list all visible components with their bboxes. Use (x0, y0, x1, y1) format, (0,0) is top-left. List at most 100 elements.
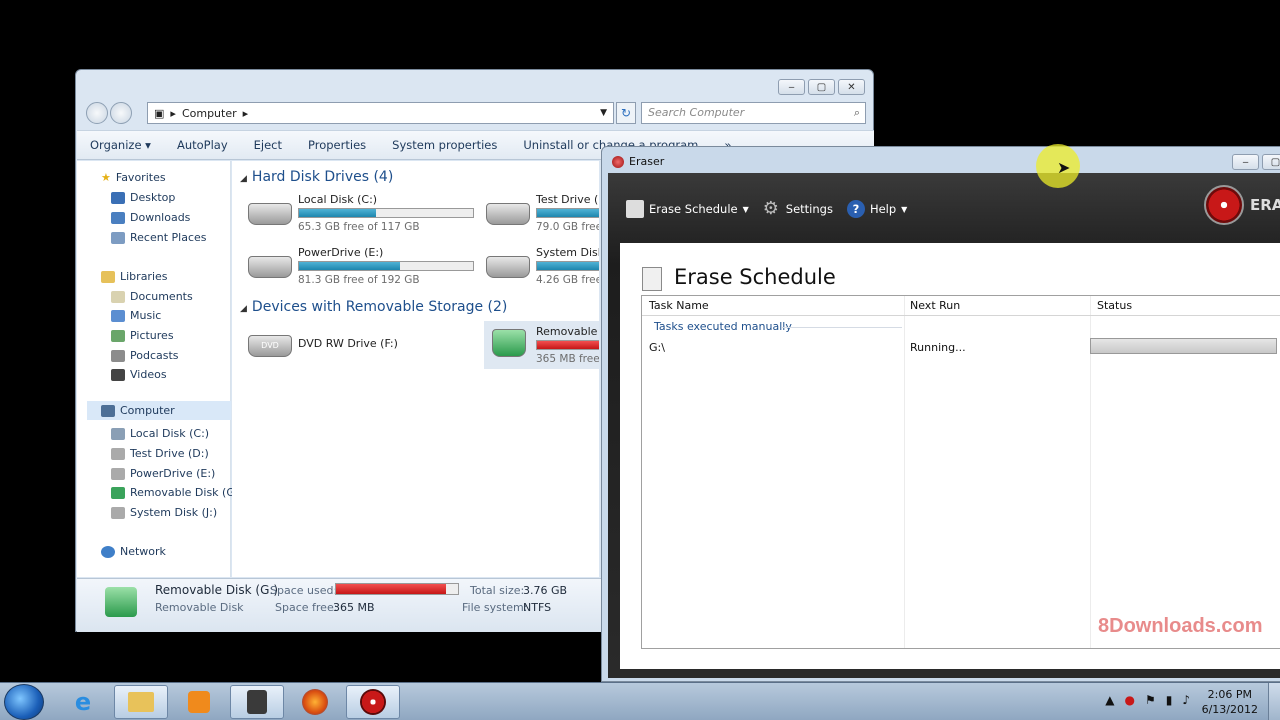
volume-icon[interactable]: ♪ (1182, 693, 1190, 707)
drive-removable-g[interactable]: Removable D 365 MB free (484, 321, 599, 369)
schedule-icon (642, 267, 662, 291)
computer-icon (101, 404, 115, 417)
task-list[interactable]: Task Name Next Run Status Tasks executed… (641, 295, 1280, 649)
drive-system-disk[interactable]: System Disk 4.26 GB free (486, 246, 599, 290)
task-list-header: Task Name Next Run Status (642, 296, 1280, 316)
nav-recent-places[interactable]: Recent Places (111, 231, 207, 244)
organize-button[interactable]: Organize ▾ (77, 138, 164, 152)
hard-disk-group-header[interactable]: ◢ Hard Disk Drives (4) (240, 169, 393, 185)
maximize-button[interactable]: ▢ (1262, 154, 1280, 170)
nav-downloads[interactable]: Downloads (111, 211, 190, 224)
settings-button[interactable]: ⚙ Settings (763, 200, 833, 218)
refresh-button[interactable]: ↻ (616, 102, 636, 124)
minimize-button[interactable]: ‒ (1232, 154, 1259, 170)
collapse-icon[interactable]: ◢ (240, 174, 247, 184)
column-task-name[interactable]: Task Name (649, 299, 709, 312)
downloads-icon (111, 211, 125, 224)
internet-explorer-icon[interactable]: e (56, 685, 110, 719)
clock[interactable]: 2:06 PM 6/13/2012 (1202, 687, 1258, 717)
autoplay-button[interactable]: AutoPlay (164, 138, 241, 152)
drive-dvd-rw-f[interactable]: DVD DVD RW Drive (F:) (248, 325, 478, 369)
chevron-down-icon[interactable]: ▼ (743, 205, 749, 214)
start-button[interactable] (4, 684, 44, 720)
recent-places-icon (111, 231, 125, 244)
drive-icon (111, 427, 125, 440)
back-button[interactable] (86, 102, 108, 124)
task-name-cell[interactable]: G:\ (649, 341, 665, 354)
column-status[interactable]: Status (1097, 299, 1132, 312)
documents-icon (111, 290, 125, 303)
breadcrumb-computer[interactable]: Computer (182, 107, 237, 120)
space-used-bar (335, 583, 459, 595)
drive-usage-bar (536, 261, 599, 271)
drive-icon (111, 467, 125, 480)
nav-system-disk-j[interactable]: System Disk (J:) (111, 506, 217, 519)
system-properties-button[interactable]: System properties (379, 138, 510, 152)
removable-group-header[interactable]: ◢ Devices with Removable Storage (2) (240, 299, 507, 315)
nav-network[interactable]: Network (101, 545, 166, 558)
breadcrumb-separator: ▸ (170, 106, 176, 120)
libraries-icon (101, 270, 115, 283)
chevron-down-icon[interactable]: ▼ (600, 108, 607, 118)
nav-pictures[interactable]: Pictures (111, 329, 174, 342)
search-input[interactable]: Search Computer ⌕ (641, 102, 866, 124)
close-button[interactable]: ✕ (838, 79, 865, 95)
maximize-button[interactable]: ▢ (808, 79, 835, 95)
minimize-button[interactable]: ‒ (778, 79, 805, 95)
music-icon (111, 309, 125, 322)
media-player-icon[interactable] (172, 685, 226, 719)
schedule-icon (626, 200, 644, 218)
explorer-window-controls: ‒ ▢ ✕ (778, 79, 865, 95)
chevron-down-icon[interactable]: ▼ (901, 205, 907, 214)
nav-desktop[interactable]: Desktop (111, 191, 175, 204)
drive-test-drive-d[interactable]: Test Drive (D:) 79.0 GB free of (486, 193, 599, 237)
address-row: ▣ ▸ Computer ▸ ▼ ↻ Search Computer ⌕ (84, 100, 866, 126)
nav-favorites[interactable]: ★ Favorites (101, 171, 166, 184)
gear-icon: ⚙ (762, 198, 779, 219)
drive-usage-bar (298, 261, 474, 271)
breadcrumb-separator: ▸ (242, 106, 249, 120)
eraser-taskbar-icon[interactable] (346, 685, 400, 719)
erase-schedule-button[interactable]: Erase Schedule ▼ (626, 200, 749, 218)
nav-powerdrive-e[interactable]: PowerDrive (E:) (111, 467, 215, 480)
search-icon[interactable]: ⌕ (854, 103, 860, 123)
flag-icon[interactable]: ⚑ (1145, 693, 1156, 707)
drive-usage-bar (536, 208, 599, 218)
address-bar[interactable]: ▣ ▸ Computer ▸ ▼ (147, 102, 614, 124)
collapse-icon[interactable]: ◢ (240, 304, 247, 314)
nav-documents[interactable]: Documents (111, 290, 193, 303)
camera-app-icon[interactable] (230, 685, 284, 719)
tray-expand-icon[interactable]: ▲ (1105, 693, 1114, 707)
content-pane: ◢ Hard Disk Drives (4) Local Disk (C:) 65… (232, 161, 599, 577)
nav-removable-disk-g[interactable]: Removable Disk (G:) (111, 486, 243, 499)
drive-icon (111, 447, 125, 460)
nav-libraries[interactable]: Libraries (101, 270, 168, 283)
help-button[interactable]: ? Help ▼ (846, 200, 907, 218)
nav-music[interactable]: Music (111, 309, 161, 322)
forward-button[interactable] (110, 102, 132, 124)
nav-local-disk-c[interactable]: Local Disk (C:) (111, 427, 209, 440)
properties-button[interactable]: Properties (295, 138, 379, 152)
drive-usage-bar (298, 208, 474, 218)
eraser-app-icon (612, 155, 624, 168)
network-icon (101, 545, 115, 558)
star-icon: ★ (101, 171, 111, 184)
task-progress-bar (1090, 338, 1277, 354)
computer-icon: ▣ (154, 106, 165, 120)
nav-podcasts[interactable]: Podcasts (111, 349, 179, 362)
removable-disk-icon (105, 587, 137, 617)
taskbar: e ▲ ● ⚑ ▮ ♪ 2:06 PM 6/13/2012 (0, 682, 1280, 720)
nav-videos[interactable]: Videos (111, 368, 167, 381)
firefox-icon[interactable] (288, 685, 342, 719)
windows-explorer-icon[interactable] (114, 685, 168, 719)
nav-computer[interactable]: Computer (87, 401, 231, 420)
drive-local-disk-c[interactable]: Local Disk (C:) 65.3 GB free of 117 GB (248, 193, 478, 237)
page-title: Erase Schedule (674, 265, 836, 289)
show-desktop-button[interactable] (1268, 683, 1280, 720)
nav-test-drive-d[interactable]: Test Drive (D:) (111, 447, 209, 460)
column-next-run[interactable]: Next Run (910, 299, 960, 312)
eject-button[interactable]: Eject (241, 138, 295, 152)
network-icon[interactable]: ▮ (1166, 693, 1173, 707)
eraser-tray-icon[interactable]: ● (1124, 693, 1134, 707)
drive-powerdrive-e[interactable]: PowerDrive (E:) 81.3 GB free of 192 GB (248, 246, 478, 290)
